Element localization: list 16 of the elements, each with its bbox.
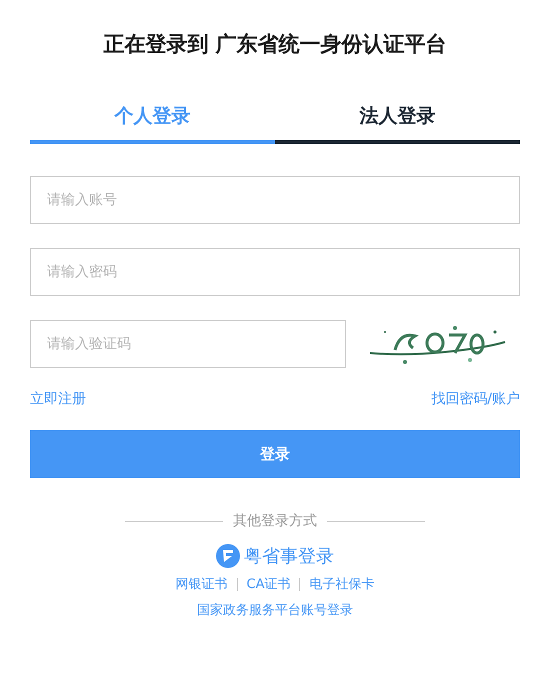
login-tab[interactable]: 个人登录 bbox=[30, 98, 275, 144]
login-method-link[interactable]: CA证书 bbox=[236, 578, 300, 591]
account-field[interactable]: 请输入账号 bbox=[30, 176, 520, 224]
recover-link[interactable]: 找回密码/账户 bbox=[431, 390, 520, 408]
login-method-link[interactable]: 网银证书 bbox=[166, 578, 236, 591]
register-link[interactable]: 立即注册 bbox=[30, 390, 86, 408]
app-login-link[interactable]: 粤省事登录 bbox=[244, 544, 334, 568]
page-title: 正在登录到 广东省统一身份认证平台 bbox=[102, 31, 448, 58]
password-field[interactable]: 请输入密码 bbox=[30, 248, 520, 296]
login-method-link[interactable]: 电子社保卡 bbox=[299, 578, 384, 591]
section-label: 其他登录方式 bbox=[233, 512, 317, 530]
app-logo-icon bbox=[216, 544, 240, 568]
captcha-field[interactable]: 请输入验证码 bbox=[30, 320, 346, 368]
national-login-link[interactable]: 国家政务服务平台账号登录 bbox=[197, 601, 353, 619]
login-button[interactable]: 登录 bbox=[30, 430, 520, 478]
login-tab[interactable]: 法人登录 bbox=[275, 98, 520, 144]
